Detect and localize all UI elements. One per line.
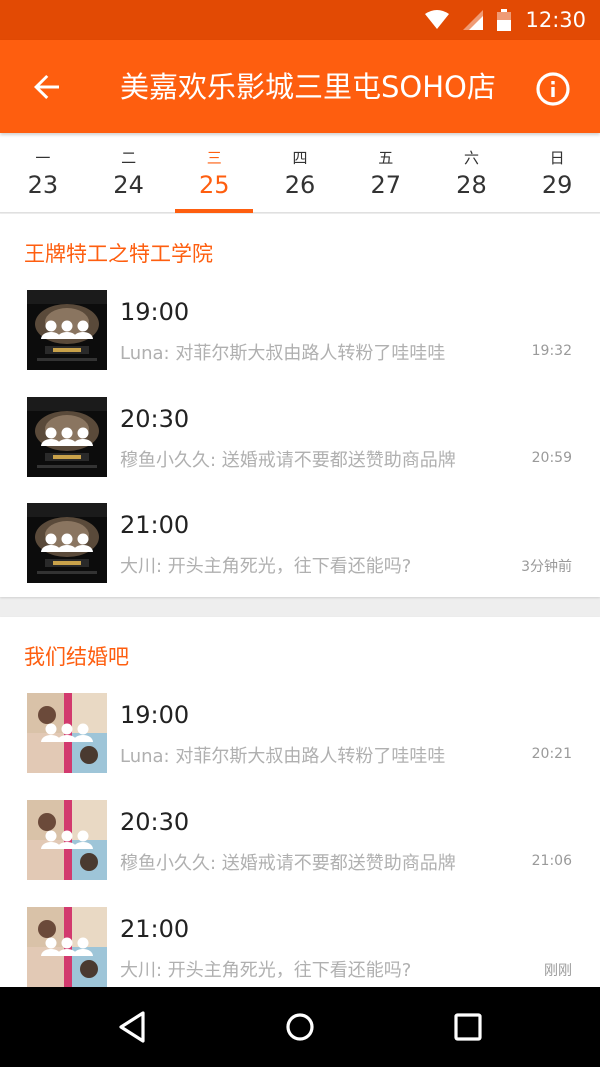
comment-timestamp: 21:06 xyxy=(531,853,572,869)
latest-comment: 穆鱼小久久: 送婚戒请不要都送赞助商品牌 xyxy=(120,853,456,874)
weekday-label: 二 xyxy=(121,149,137,167)
comment-timestamp: 刚刚 xyxy=(544,963,572,979)
weekday-label: 四 xyxy=(292,149,308,167)
battery-icon xyxy=(497,9,512,31)
showtime-row[interactable]: 20:30 穆鱼小久久: 送婚戒请不要都送赞助商品牌 20:59 xyxy=(0,397,600,477)
weekday-label: 五 xyxy=(378,149,394,167)
arrow-back-icon xyxy=(34,75,59,99)
movie-poster xyxy=(27,397,107,477)
comment-timestamp: 20:21 xyxy=(531,746,572,762)
day-number: 29 xyxy=(541,171,573,199)
nav-recents-icon xyxy=(454,1013,482,1041)
movie-poster xyxy=(27,693,107,773)
day-number: 28 xyxy=(456,171,487,199)
comment-timestamp: 20:59 xyxy=(531,450,572,466)
nav-home-button[interactable] xyxy=(280,1007,320,1047)
latest-comment: 大川: 开头主角死光，往下看还能吗? xyxy=(120,556,412,577)
date-tab[interactable]: 日 29 xyxy=(514,133,600,212)
showtime-time: 20:30 xyxy=(120,808,190,836)
date-tab[interactable]: 三 25 xyxy=(171,133,257,213)
comment-timestamp: 19:32 xyxy=(531,343,572,359)
showtime-row[interactable]: 21:00 大川: 开头主角死光，往下看还能吗? 刚刚 xyxy=(0,907,600,987)
movie-poster xyxy=(27,503,107,583)
status-icons: 12:30 xyxy=(425,6,586,34)
wifi-icon xyxy=(425,10,450,30)
movie-poster xyxy=(27,800,107,880)
showtime-time: 19:00 xyxy=(120,701,190,729)
day-number: 26 xyxy=(284,171,316,199)
info-icon xyxy=(536,72,570,106)
info-button[interactable] xyxy=(533,69,573,109)
day-number: 25 xyxy=(199,171,230,199)
showtime-time: 20:30 xyxy=(120,405,190,433)
showtime-row[interactable]: 19:00 Luna: 对菲尔斯大叔由路人转粉了哇哇哇 19:32 xyxy=(0,290,600,370)
movie-card: 王牌特工之特工学院 19:00 Luna: 对菲尔斯大叔由路人转粉了哇哇哇 19… xyxy=(0,214,600,597)
nav-back-icon xyxy=(119,1011,145,1043)
cell-signal-icon xyxy=(463,10,484,30)
movie-title: 我们结婚吧 xyxy=(24,645,129,669)
weekday-label: 六 xyxy=(463,149,479,167)
latest-comment: Luna: 对菲尔斯大叔由路人转粉了哇哇哇 xyxy=(120,746,446,767)
date-tab[interactable]: 一 23 xyxy=(0,133,86,212)
comment-timestamp: 3分钟前 xyxy=(521,559,572,575)
showtime-row[interactable]: 20:30 穆鱼小久久: 送婚戒请不要都送赞助商品牌 21:06 xyxy=(0,800,600,880)
latest-comment: Luna: 对菲尔斯大叔由路人转粉了哇哇哇 xyxy=(120,343,446,364)
showtime-time: 21:00 xyxy=(120,915,190,943)
nav-recents-button[interactable] xyxy=(448,1007,488,1047)
movie-card: 我们结婚吧 19:00 Luna: 对菲尔斯大叔由路人转粉了哇哇哇 20:21 … xyxy=(0,617,600,987)
date-tab[interactable]: 五 27 xyxy=(343,133,429,212)
weekday-label: 三 xyxy=(206,149,222,167)
movie-poster xyxy=(27,907,107,987)
showtime-time: 19:00 xyxy=(120,298,190,326)
date-tab[interactable]: 六 28 xyxy=(429,133,515,212)
weekday-label: 一 xyxy=(35,149,51,167)
system-nav-bar xyxy=(0,987,600,1067)
day-number: 27 xyxy=(370,171,401,199)
showtime-row[interactable]: 21:00 大川: 开头主角死光，往下看还能吗? 3分钟前 xyxy=(0,503,600,583)
weekday-label: 日 xyxy=(549,149,565,167)
latest-comment: 穆鱼小久久: 送婚戒请不要都送赞助商品牌 xyxy=(120,450,456,471)
date-tab[interactable]: 四 26 xyxy=(257,133,343,212)
back-button[interactable] xyxy=(26,66,68,108)
movie-poster xyxy=(27,290,107,370)
app-bar: 美嘉欢乐影城三里屯SOHO店 xyxy=(0,40,600,133)
date-tabs: 一 23 二 24 三 25 四 26 五 27 六 28 日 29 xyxy=(0,133,600,213)
selected-indicator xyxy=(175,209,254,213)
nav-back-button[interactable] xyxy=(113,1007,153,1047)
date-tab[interactable]: 二 24 xyxy=(86,133,172,212)
showtime-row[interactable]: 19:00 Luna: 对菲尔斯大叔由路人转粉了哇哇哇 20:21 xyxy=(0,693,600,773)
status-time: 12:30 xyxy=(525,8,586,32)
nav-home-icon xyxy=(286,1013,314,1041)
showtime-time: 21:00 xyxy=(120,511,190,539)
day-number: 24 xyxy=(113,171,144,199)
day-number: 23 xyxy=(27,171,59,199)
latest-comment: 大川: 开头主角死光，往下看还能吗? xyxy=(120,960,412,981)
cinema-title: 美嘉欢乐影城三里屯SOHO店 xyxy=(120,70,496,104)
status-bar: 12:30 xyxy=(0,0,600,40)
movie-title: 王牌特工之特工学院 xyxy=(24,242,213,266)
